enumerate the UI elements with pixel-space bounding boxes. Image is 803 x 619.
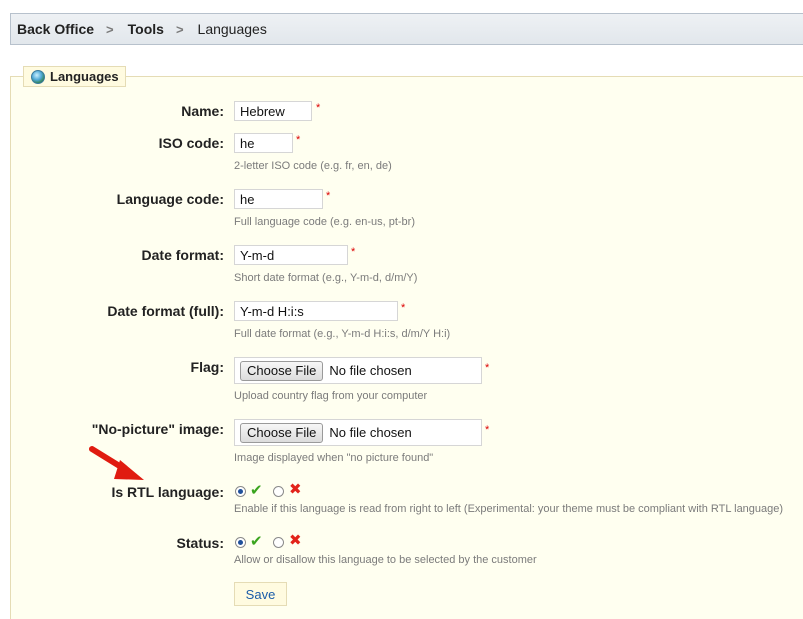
- breadcrumb-separator-icon: >: [106, 21, 114, 37]
- required-marker: *: [351, 246, 356, 258]
- flag-file-input[interactable]: Choose File No file chosen: [234, 357, 482, 384]
- required-marker: *: [401, 302, 406, 314]
- date-format-input[interactable]: Y-m-d: [234, 245, 348, 265]
- date-format-full-hint: Full date format (e.g., Y-m-d H:i:s, d/m…: [234, 328, 451, 340]
- cross-icon: ✖: [289, 532, 302, 549]
- check-icon: ✔: [250, 533, 263, 550]
- rtl-label: Is RTL language:: [111, 484, 224, 500]
- save-button[interactable]: Save: [234, 582, 287, 606]
- iso-code-input[interactable]: he: [234, 133, 293, 153]
- language-code-hint: Full language code (e.g. en-us, pt-br): [234, 216, 415, 228]
- required-marker: *: [326, 190, 331, 202]
- rtl-hint: Enable if this language is read from rig…: [234, 503, 784, 515]
- red-arrow-icon: [89, 446, 144, 480]
- breadcrumb-separator-icon: >: [175, 21, 184, 37]
- date-format-label: Date format:: [141, 247, 224, 263]
- flag-label: Flag:: [190, 359, 224, 375]
- breadcrumb-languages: Languages: [197, 21, 267, 37]
- check-icon: ✔: [250, 482, 263, 499]
- breadcrumb: Back Office > Tools > Languages: [10, 13, 803, 45]
- flag-file-status: No file chosen: [329, 363, 412, 378]
- date-format-hint: Short date format (e.g., Y-m-d, d/m/Y): [234, 272, 418, 284]
- iso-code-label: ISO code:: [158, 135, 224, 151]
- languages-panel: [10, 76, 803, 619]
- required-marker: *: [485, 362, 490, 374]
- required-marker: *: [296, 134, 301, 146]
- status-no-radio[interactable]: [273, 537, 284, 548]
- language-code-input[interactable]: he: [234, 189, 323, 209]
- name-label: Name:: [181, 103, 224, 119]
- status-hint: Allow or disallow this language to be se…: [234, 554, 537, 566]
- status-label: Status:: [176, 535, 224, 551]
- required-marker: *: [316, 102, 321, 114]
- flag-choose-file-button[interactable]: Choose File: [240, 360, 324, 381]
- iso-code-hint: 2-letter ISO code (e.g. fr, en, de): [234, 160, 392, 172]
- no-picture-choose-file-button[interactable]: Choose File: [240, 422, 324, 443]
- panel-title: Languages: [23, 66, 126, 87]
- no-picture-hint: Image displayed when "no picture found": [234, 452, 434, 464]
- no-picture-file-status: No file chosen: [329, 425, 412, 440]
- breadcrumb-back-office[interactable]: Back Office: [17, 21, 94, 37]
- name-input[interactable]: Hebrew: [234, 101, 312, 121]
- panel-title-text: Languages: [50, 69, 119, 84]
- globe-icon: [31, 69, 45, 84]
- no-picture-file-input[interactable]: Choose File No file chosen: [234, 419, 482, 446]
- no-picture-label: "No-picture" image:: [91, 421, 224, 437]
- flag-hint: Upload country flag from your computer: [234, 390, 428, 402]
- date-format-full-input[interactable]: Y-m-d H:i:s: [234, 301, 398, 321]
- rtl-yes-radio[interactable]: [235, 486, 246, 497]
- date-format-full-label: Date format (full):: [107, 303, 224, 319]
- rtl-no-radio[interactable]: [273, 486, 284, 497]
- breadcrumb-tools[interactable]: Tools: [128, 21, 164, 37]
- cross-icon: ✖: [289, 481, 302, 498]
- language-code-label: Language code:: [116, 191, 224, 207]
- required-marker: *: [485, 424, 490, 436]
- status-yes-radio[interactable]: [235, 537, 246, 548]
